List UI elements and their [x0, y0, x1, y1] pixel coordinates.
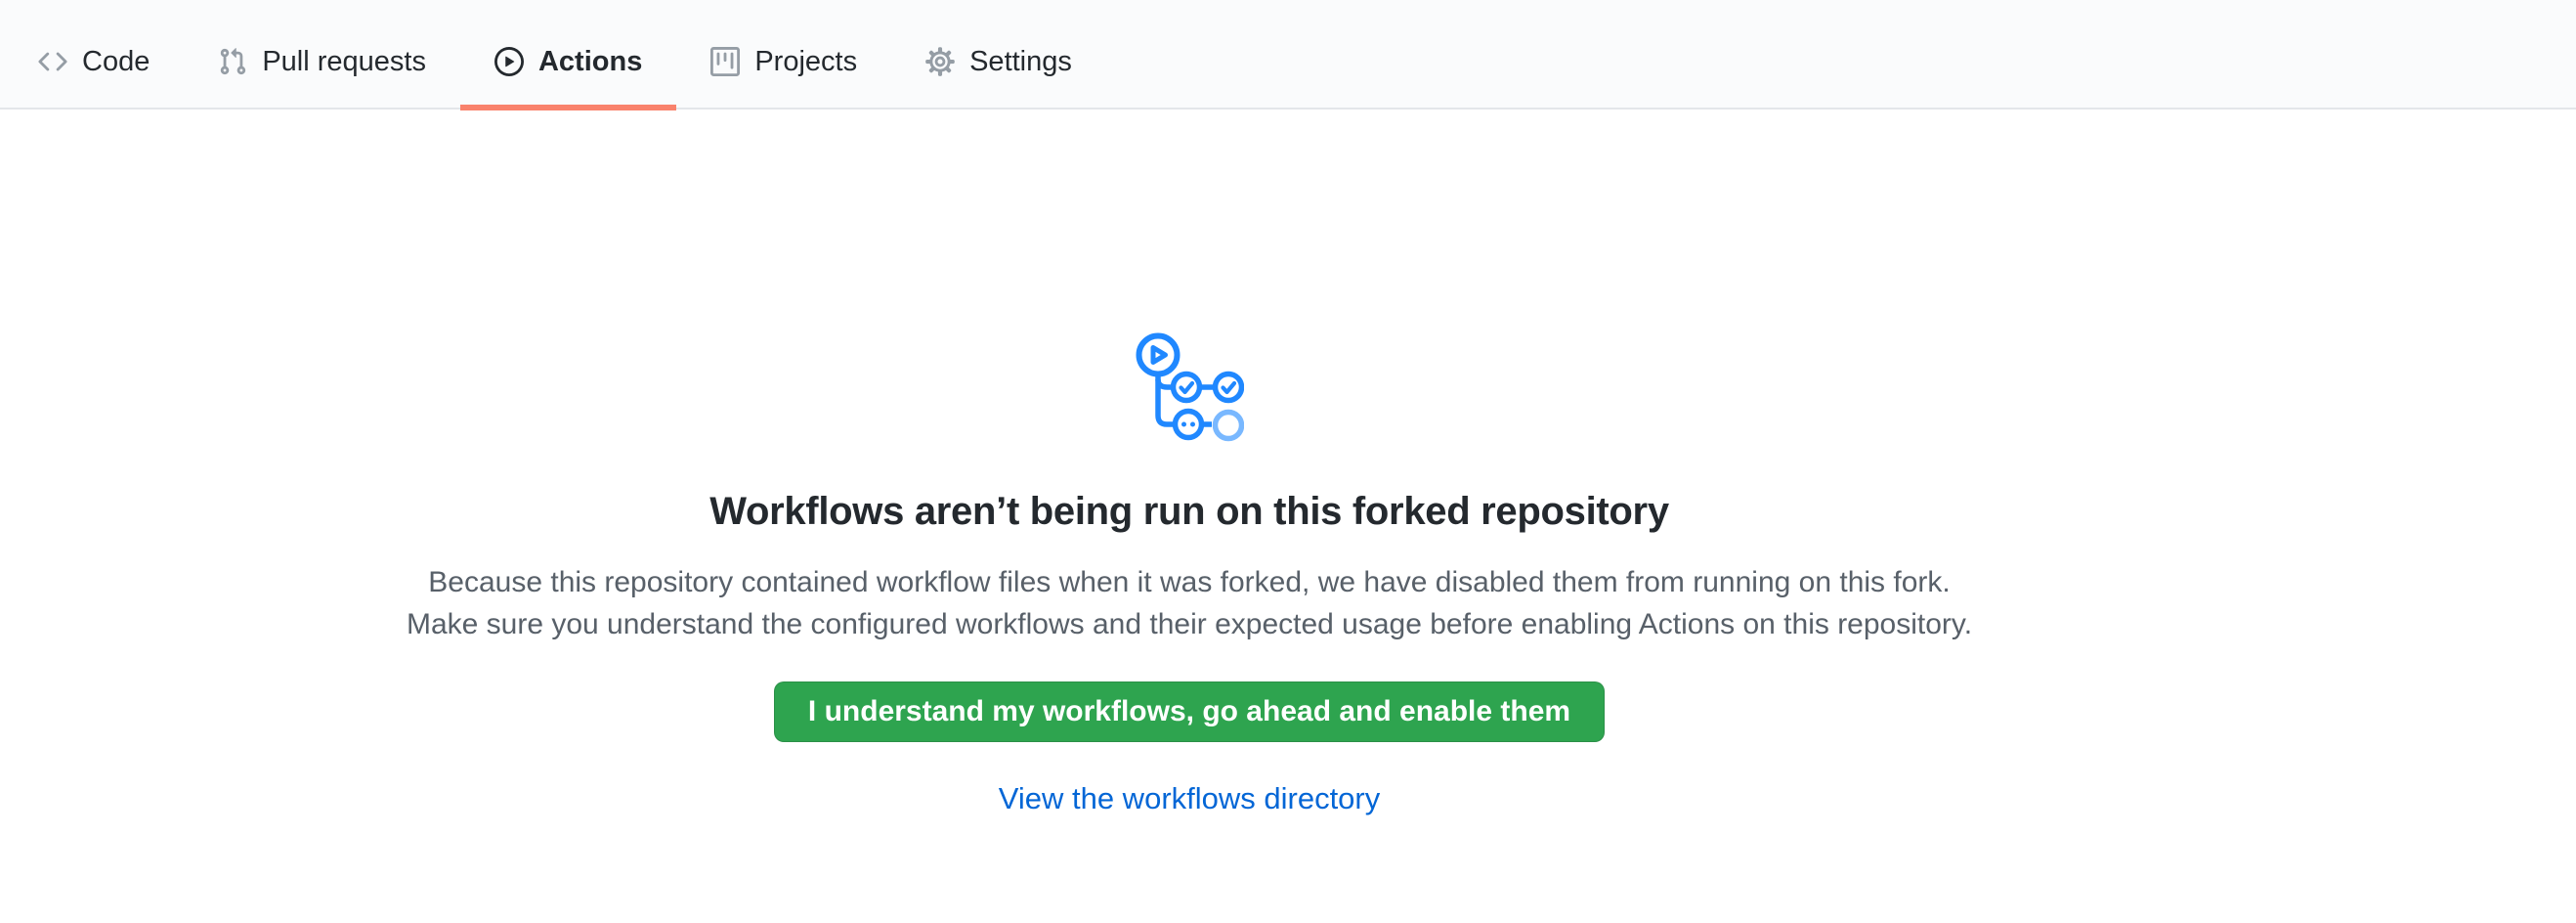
- actions-empty-state: Workflows aren’t being run on this forke…: [0, 110, 2379, 816]
- empty-state-description: Because this repository contained workfl…: [401, 561, 1979, 645]
- tab-code[interactable]: Code: [4, 15, 184, 109]
- gear-icon: [925, 47, 955, 76]
- workflow-graph-icon: [1135, 330, 1244, 443]
- project-board-icon: [710, 47, 740, 76]
- tab-label: Code: [82, 46, 150, 78]
- tab-actions[interactable]: Actions: [460, 15, 676, 109]
- tab-projects[interactable]: Projects: [676, 15, 891, 109]
- enable-workflows-button[interactable]: I understand my workflows, go ahead and …: [774, 681, 1605, 742]
- code-icon: [38, 47, 67, 76]
- tab-label: Actions: [538, 46, 642, 78]
- tab-label: Settings: [969, 46, 1072, 78]
- git-pull-request-icon: [218, 47, 247, 76]
- empty-state-title: Workflows aren’t being run on this forke…: [709, 490, 1669, 534]
- tab-settings[interactable]: Settings: [891, 15, 1106, 109]
- view-workflows-link[interactable]: View the workflows directory: [999, 781, 1381, 816]
- tab-label: Projects: [754, 46, 857, 78]
- play-circle-icon: [494, 47, 524, 76]
- tab-pull-requests[interactable]: Pull requests: [184, 15, 460, 109]
- repo-tab-bar: Code Pull requests Actions Projects: [0, 0, 2576, 110]
- active-tab-underline: [460, 105, 676, 110]
- tab-label: Pull requests: [262, 46, 426, 78]
